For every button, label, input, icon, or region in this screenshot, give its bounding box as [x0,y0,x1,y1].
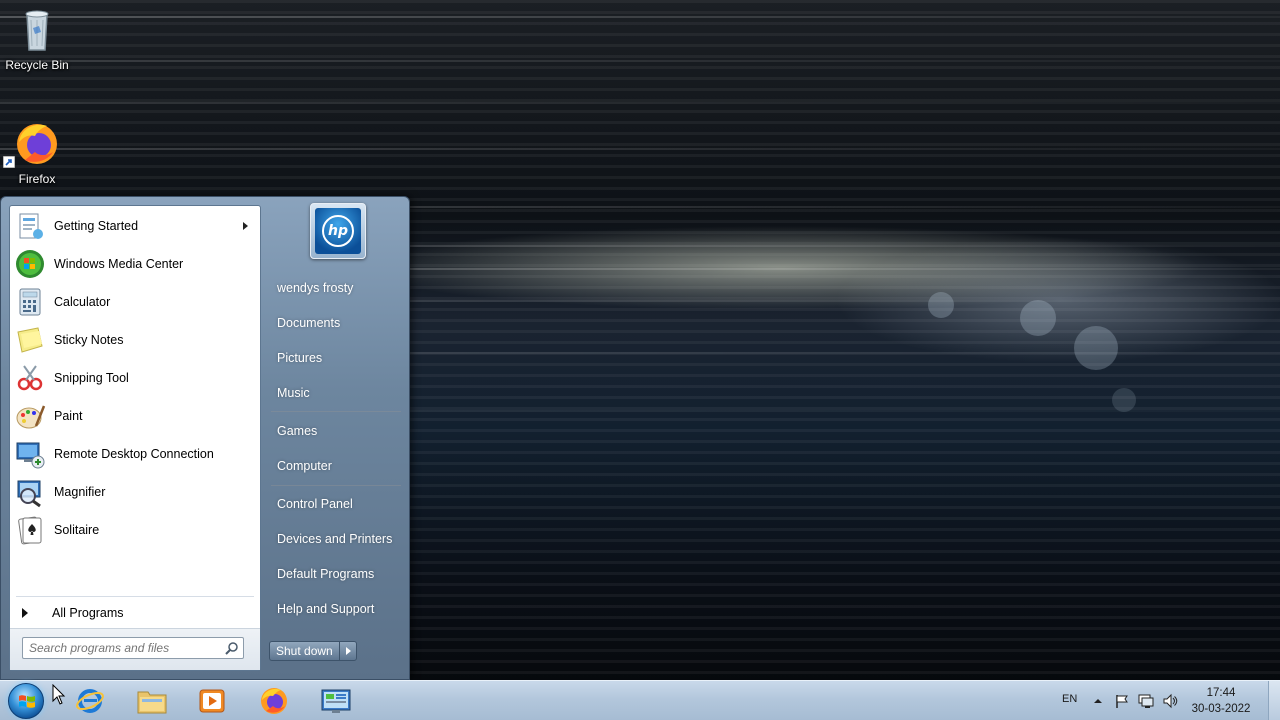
system-tray: EN 17:44 30-03-2022 [1060,681,1280,720]
place-label: Help and Support [277,602,375,616]
program-label: Sticky Notes [54,333,124,347]
solitaire-icon [14,514,46,546]
place-pictures[interactable]: Pictures [277,347,401,369]
shutdown-button[interactable]: Shut down [269,641,339,661]
search-box[interactable] [22,637,244,659]
desktop-icon-label: Recycle Bin [5,58,69,72]
firefox-icon [3,120,61,168]
calculator-icon [14,286,46,318]
place-label: Default Programs [277,567,375,581]
place-label: Devices and Printers [277,532,393,546]
place-label: Pictures [277,351,323,365]
shutdown-group: Shut down [269,641,357,661]
program-label: Magnifier [54,485,106,499]
magnifier-icon [14,476,46,508]
start-menu-places-pane: hp wendys frosty Documents Pictures Musi… [263,197,411,681]
place-user-folder[interactable]: wendys frosty [277,277,401,299]
program-magnifier[interactable]: Magnifier [12,474,258,510]
programs-separator [16,596,254,597]
program-label: Snipping Tool [54,371,129,385]
hp-logo-icon: hp [315,208,361,254]
clock-date: 30-03-2022 [1191,703,1251,715]
program-remote-desktop[interactable]: Remote Desktop Connection [12,436,258,472]
taskbar-control-panel[interactable] [308,683,364,719]
program-label: Remote Desktop Connection [54,447,214,461]
program-label: Calculator [54,295,111,309]
language-indicator[interactable]: EN [1062,693,1077,705]
place-label: Computer [277,459,332,473]
taskbar-windows-explorer[interactable] [124,683,180,719]
all-programs-arrow-icon [22,608,28,618]
start-menu-programs-pane: Getting Started Windows Media Center Cal… [9,205,261,671]
paint-icon [14,400,46,432]
recycle-bin-icon [13,6,61,54]
search-input[interactable] [23,638,219,658]
place-computer[interactable]: Computer [277,455,401,477]
volume-icon[interactable] [1162,693,1178,709]
place-default-programs[interactable]: Default Programs [277,563,401,585]
windows-media-center-icon [14,248,46,280]
search-area [10,628,260,670]
search-icon[interactable] [225,641,239,655]
program-label: Windows Media Center [54,257,184,271]
program-label: Getting Started [54,219,139,233]
remote-desktop-icon [14,438,46,470]
show-hidden-icons-icon[interactable] [1090,693,1106,709]
control-panel-icon [321,689,351,713]
program-windows-media-center[interactable]: Windows Media Center [12,246,258,282]
place-games[interactable]: Games [277,420,401,442]
place-label: Games [277,424,318,438]
taskbar: EN 17:44 30-03-2022 [0,680,1280,720]
place-music[interactable]: Music [277,382,401,404]
action-center-flag-icon[interactable] [1114,693,1130,709]
media-player-icon [199,689,225,713]
start-button[interactable] [6,683,46,719]
all-programs-label: All Programs [52,606,124,620]
mouse-cursor-icon [52,683,66,706]
hp-logo-text: hp [322,215,354,247]
submenu-arrow-icon [243,222,248,230]
program-label: Paint [54,409,83,423]
program-getting-started[interactable]: Getting Started [12,208,258,244]
place-control-panel[interactable]: Control Panel [277,493,401,515]
all-programs-button[interactable]: All Programs [18,602,254,624]
desktop-icon-label: Firefox [18,172,56,186]
place-devices-and-printers[interactable]: Devices and Printers [277,528,401,550]
place-documents[interactable]: Documents [277,312,401,334]
desktop-icon-firefox[interactable]: Firefox [0,120,74,186]
sticky-notes-icon [14,324,46,356]
file-explorer-icon [137,691,167,714]
firefox-icon [261,688,287,714]
place-label: Control Panel [277,497,353,511]
place-label: Music [277,386,310,400]
program-snipping-tool[interactable]: Snipping Tool [12,360,258,396]
place-label: Documents [277,316,341,330]
getting-started-icon [14,210,46,242]
show-desktop-button[interactable] [1268,681,1280,720]
place-help-and-support[interactable]: Help and Support [277,598,401,620]
windows-logo-icon [8,683,44,719]
desktop-icon-recycle-bin[interactable]: Recycle Bin [0,6,74,72]
program-sticky-notes[interactable]: Sticky Notes [12,322,258,358]
places-separator [271,411,401,412]
taskbar-firefox[interactable] [246,683,302,719]
start-menu: Getting Started Windows Media Center Cal… [0,196,410,680]
clock[interactable]: 17:44 30-03-2022 [1186,685,1256,717]
program-calculator[interactable]: Calculator [12,284,258,320]
taskbar-media-player[interactable] [184,683,240,719]
snipping-tool-icon [14,362,46,394]
clock-time: 17:44 [1206,687,1236,699]
program-paint[interactable]: Paint [12,398,258,434]
internet-explorer-icon [76,689,104,713]
program-solitaire[interactable]: Solitaire [12,512,258,548]
taskbar-internet-explorer[interactable] [62,683,118,719]
user-picture[interactable]: hp [310,203,366,259]
network-icon[interactable] [1138,693,1154,709]
places-separator [271,485,401,486]
place-label: wendys frosty [277,281,354,295]
shutdown-options-button[interactable] [338,641,357,661]
program-label: Solitaire [54,523,100,537]
